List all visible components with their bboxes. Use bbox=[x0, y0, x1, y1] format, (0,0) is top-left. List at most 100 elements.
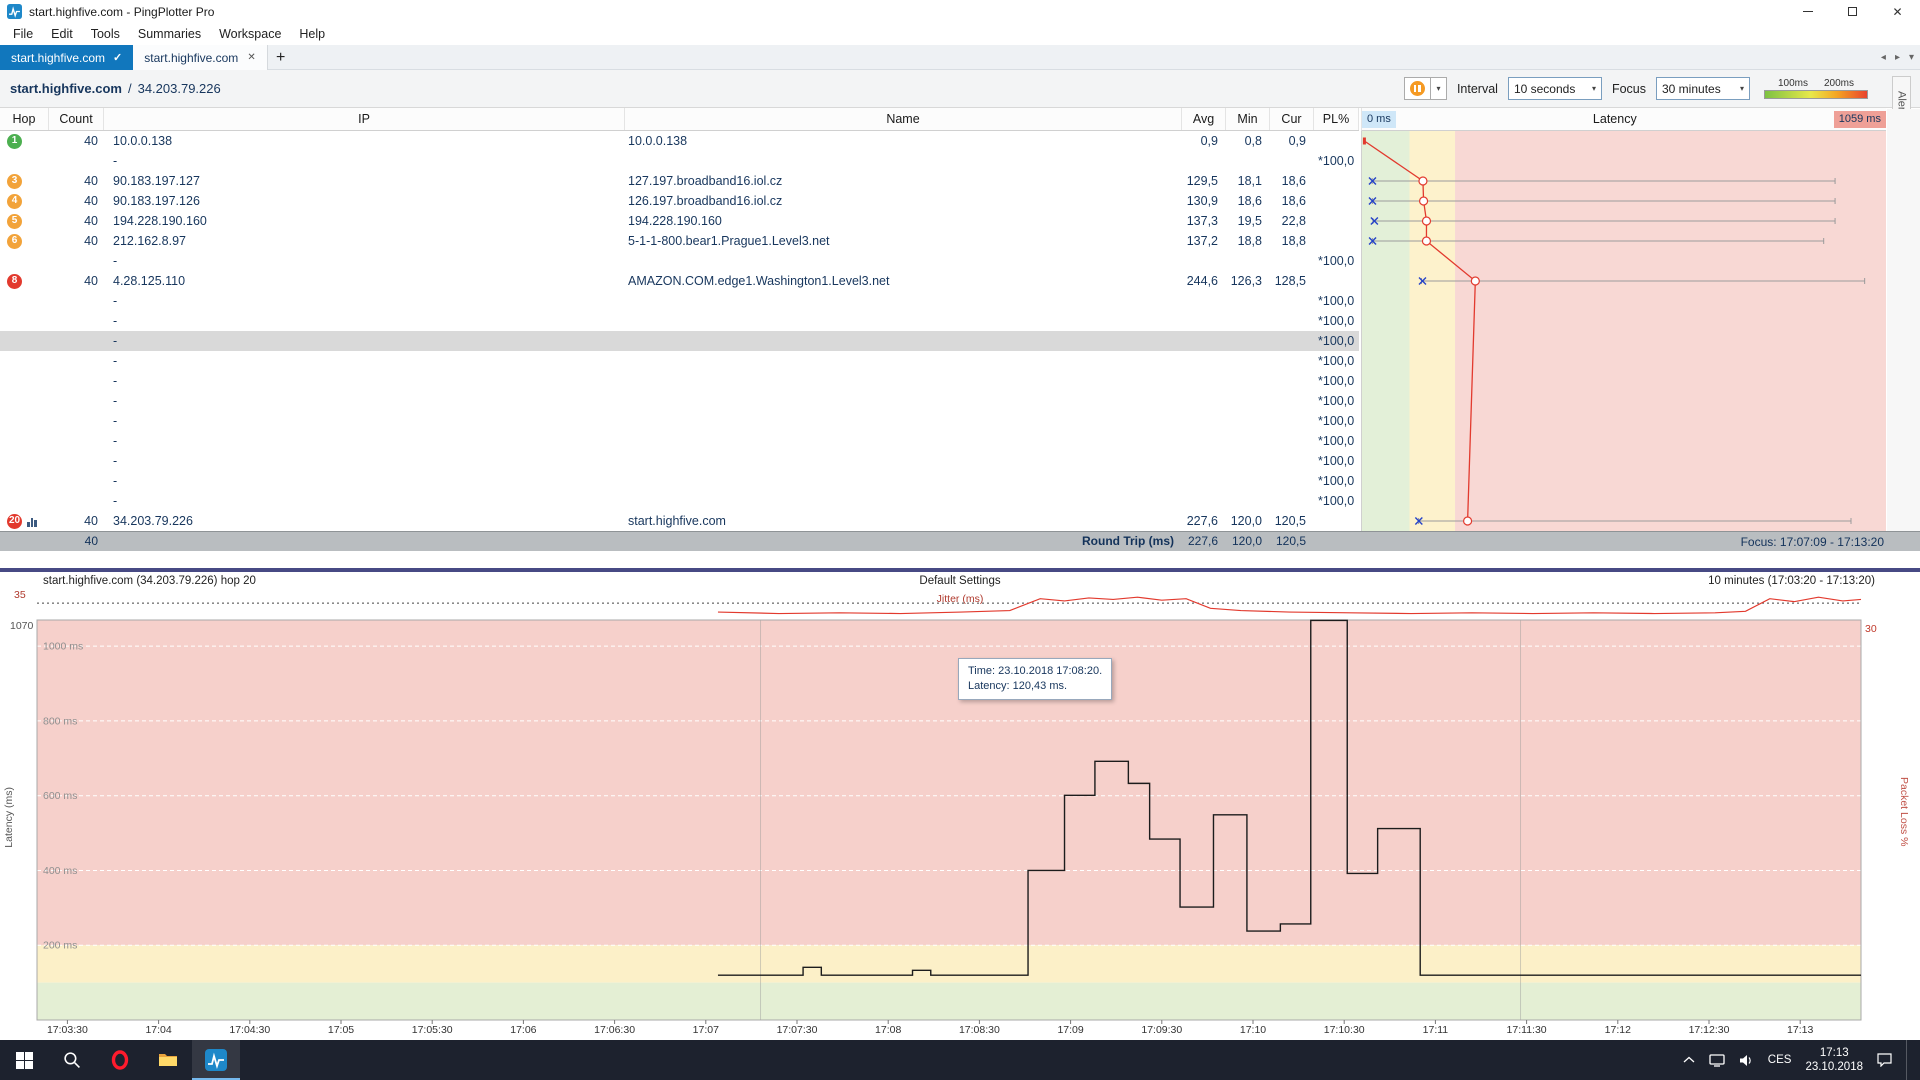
hop-cell: 20 bbox=[0, 511, 49, 531]
hop-cell bbox=[0, 351, 49, 371]
name-cell bbox=[625, 431, 1182, 451]
table-row[interactable]: -*100,0 bbox=[0, 451, 1359, 471]
min-cell bbox=[1226, 431, 1270, 451]
tab-target-2[interactable]: start.highfive.com ✕ bbox=[133, 45, 267, 70]
close-button[interactable]: ✕ bbox=[1875, 0, 1920, 23]
tab-list-icon[interactable]: ▾ bbox=[1909, 52, 1914, 63]
packet-loss-cell: *100,0 bbox=[1314, 491, 1359, 511]
min-cell bbox=[1226, 151, 1270, 171]
scroll-right-icon[interactable]: ▸ bbox=[1895, 52, 1900, 63]
hop-number-badge: 8 bbox=[7, 274, 22, 289]
count-cell: 40 bbox=[49, 211, 104, 231]
minimize-button[interactable] bbox=[1785, 0, 1830, 23]
col-header-name[interactable]: Name bbox=[625, 108, 1182, 130]
avg-cell bbox=[1182, 251, 1226, 271]
y-axis-max: 1070 bbox=[10, 620, 33, 632]
min-cell bbox=[1226, 471, 1270, 491]
table-row[interactable]: 8404.28.125.110AMAZON.COM.edge1.Washingt… bbox=[0, 271, 1359, 291]
maximize-button[interactable] bbox=[1830, 0, 1875, 23]
table-row[interactable]: 14010.0.0.13810.0.0.1380,90,80,9 bbox=[0, 131, 1359, 151]
interval-select[interactable]: 10 seconds ▾ bbox=[1508, 77, 1602, 100]
notification-center-icon[interactable] bbox=[1877, 1053, 1892, 1067]
x-axis-tick-label: 17:06 bbox=[493, 1024, 553, 1036]
tab-label: start.highfive.com bbox=[11, 51, 105, 65]
table-row[interactable]: -*100,0 bbox=[0, 331, 1359, 351]
name-cell: 10.0.0.138 bbox=[625, 131, 1182, 151]
avg-cell bbox=[1182, 291, 1226, 311]
latency-timeline-chart[interactable]: 1000 ms800 ms600 ms400 ms200 ms bbox=[0, 572, 1920, 1034]
table-row[interactable]: 204034.203.79.226start.highfive.com227,6… bbox=[0, 511, 1359, 531]
summary-count: 40 bbox=[49, 532, 104, 551]
col-header-pl[interactable]: PL% bbox=[1314, 108, 1359, 130]
menu-help[interactable]: Help bbox=[290, 23, 334, 45]
table-row[interactable]: -*100,0 bbox=[0, 291, 1359, 311]
volume-icon[interactable] bbox=[1739, 1054, 1754, 1067]
scroll-left-icon[interactable]: ◂ bbox=[1881, 52, 1886, 63]
table-row[interactable]: -*100,0 bbox=[0, 431, 1359, 451]
language-indicator[interactable]: CES bbox=[1768, 1054, 1792, 1066]
timegraph-range-title[interactable]: 10 minutes (17:03:20 - 17:13:20) bbox=[1708, 575, 1875, 587]
cur-cell: 18,6 bbox=[1270, 191, 1314, 211]
cur-cell bbox=[1270, 351, 1314, 371]
cur-cell bbox=[1270, 471, 1314, 491]
ip-cell: 194.228.190.160 bbox=[104, 211, 625, 231]
min-cell: 0,8 bbox=[1226, 131, 1270, 151]
tab-target-active[interactable]: start.highfive.com ✓ bbox=[0, 45, 133, 70]
col-header-min[interactable]: Min bbox=[1226, 108, 1270, 130]
table-row[interactable]: -*100,0 bbox=[0, 391, 1359, 411]
table-row[interactable]: -*100,0 bbox=[0, 311, 1359, 331]
new-tab-button[interactable]: + bbox=[268, 45, 294, 70]
tooltip: Time: 23.10.2018 17:08:20. Latency: 120,… bbox=[958, 658, 1112, 700]
close-tab-icon[interactable]: ✕ bbox=[247, 52, 255, 63]
show-desktop-button[interactable] bbox=[1906, 1040, 1912, 1080]
count-cell: 40 bbox=[49, 131, 104, 151]
table-row[interactable]: -*100,0 bbox=[0, 371, 1359, 391]
table-row[interactable]: 34090.183.197.127127.197.broadband16.iol… bbox=[0, 171, 1359, 191]
hop-cell: 4 bbox=[0, 191, 49, 211]
cur-cell bbox=[1270, 451, 1314, 471]
menu-edit[interactable]: Edit bbox=[42, 23, 82, 45]
table-row[interactable]: -*100,0 bbox=[0, 251, 1359, 271]
search-button[interactable] bbox=[48, 1040, 96, 1080]
pause-button[interactable] bbox=[1404, 77, 1431, 100]
menu-file[interactable]: File bbox=[4, 23, 42, 45]
taskbar-pingplotter-button[interactable] bbox=[192, 1040, 240, 1080]
table-row[interactable]: -*100,0 bbox=[0, 351, 1359, 371]
table-row[interactable]: -*100,0 bbox=[0, 411, 1359, 431]
timegraph-settings-title[interactable]: Default Settings bbox=[760, 575, 1160, 587]
table-row[interactable]: 44090.183.197.126126.197.broadband16.iol… bbox=[0, 191, 1359, 211]
count-cell: 40 bbox=[49, 171, 104, 191]
packet-loss-cell bbox=[1314, 171, 1359, 191]
table-header: Hop Count IP Name Avg Min Cur PL% bbox=[0, 108, 1359, 131]
hop-cell bbox=[0, 251, 49, 271]
pause-dropdown-button[interactable]: ▾ bbox=[1431, 77, 1447, 100]
col-header-count[interactable]: Count bbox=[49, 108, 104, 130]
search-icon bbox=[63, 1051, 81, 1069]
col-header-ip[interactable]: IP bbox=[104, 108, 625, 130]
col-header-avg[interactable]: Avg bbox=[1182, 108, 1226, 130]
focus-select[interactable]: 30 minutes ▾ bbox=[1656, 77, 1750, 100]
menu-workspace[interactable]: Workspace bbox=[210, 23, 290, 45]
menu-summaries[interactable]: Summaries bbox=[129, 23, 210, 45]
opera-icon bbox=[110, 1050, 130, 1070]
taskbar-explorer-button[interactable] bbox=[144, 1040, 192, 1080]
ip-cell: 10.0.0.138 bbox=[104, 131, 625, 151]
table-row[interactable]: -*100,0 bbox=[0, 471, 1359, 491]
taskbar-opera-button[interactable] bbox=[96, 1040, 144, 1080]
table-row[interactable]: -*100,0 bbox=[0, 491, 1359, 511]
clock[interactable]: 17:13 23.10.2018 bbox=[1805, 1046, 1863, 1074]
network-icon[interactable] bbox=[1709, 1053, 1725, 1067]
table-row[interactable]: 640212.162.8.975-1-1-800.bear1.Prague1.L… bbox=[0, 231, 1359, 251]
col-header-cur[interactable]: Cur bbox=[1270, 108, 1314, 130]
hop-number-badge: 3 bbox=[7, 174, 22, 189]
tabbar: start.highfive.com ✓ start.highfive.com … bbox=[0, 45, 1920, 70]
menu-tools[interactable]: Tools bbox=[82, 23, 129, 45]
start-button[interactable] bbox=[0, 1040, 48, 1080]
avg-cell: 227,6 bbox=[1182, 511, 1226, 531]
chevron-up-icon[interactable] bbox=[1683, 1056, 1695, 1064]
target-separator: / bbox=[128, 81, 132, 96]
table-row[interactable]: 540194.228.190.160194.228.190.160137,319… bbox=[0, 211, 1359, 231]
col-header-hop[interactable]: Hop bbox=[0, 108, 49, 130]
packet-loss-cell: *100,0 bbox=[1314, 291, 1359, 311]
table-row[interactable]: -*100,0 bbox=[0, 151, 1359, 171]
